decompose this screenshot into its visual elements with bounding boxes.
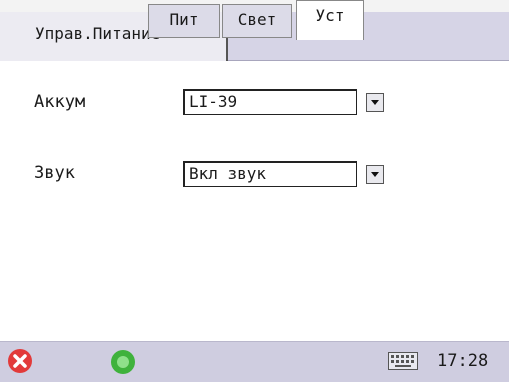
tab-power-label: Пит: [169, 10, 199, 29]
battery-label: Аккум: [34, 92, 86, 112]
chevron-down-icon[interactable]: [366, 165, 384, 184]
chevron-down-icon[interactable]: [366, 93, 384, 112]
taskbar: [0, 341, 509, 382]
sound-label: Звук: [34, 163, 75, 183]
close-icon[interactable]: [8, 349, 32, 373]
tab-label: Управ.Питание: [35, 24, 161, 43]
tab-light[interactable]: Свет: [222, 4, 292, 38]
tab-power[interactable]: Пит: [148, 4, 220, 38]
battery-select[interactable]: LI-39: [183, 89, 357, 115]
sound-select[interactable]: Вкл звук: [183, 161, 357, 187]
tab-settings-label: Уст: [315, 6, 345, 25]
tab-settings[interactable]: Уст: [296, 0, 364, 40]
ok-icon[interactable]: [111, 350, 135, 374]
keyboard-icon[interactable]: [388, 352, 418, 370]
clock: 17:28: [437, 351, 489, 371]
tab-light-label: Свет: [237, 10, 277, 29]
